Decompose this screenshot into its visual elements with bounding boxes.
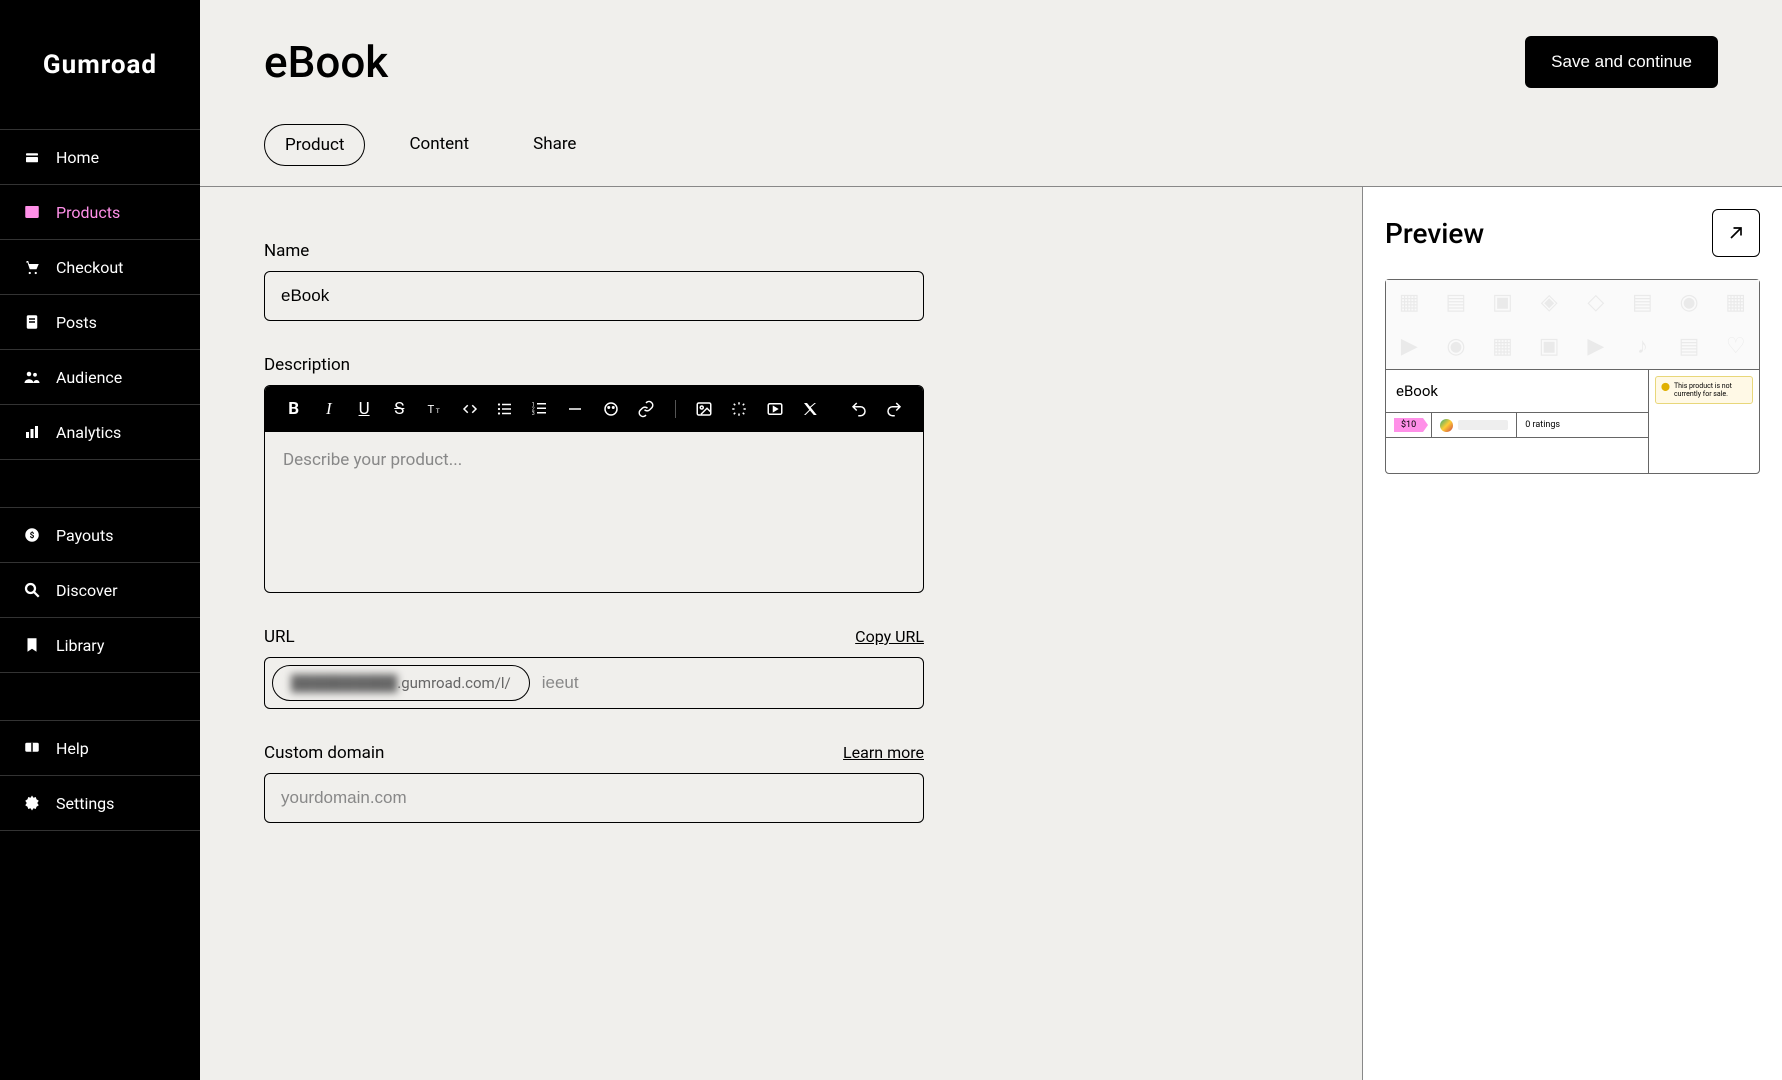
tab-product[interactable]: Product	[264, 124, 365, 166]
preview-seller-cell	[1432, 413, 1517, 437]
sidebar-item-audience[interactable]: Audience	[0, 350, 200, 405]
sidebar-item-label: Checkout	[56, 258, 123, 277]
redo-icon[interactable]	[884, 398, 905, 420]
search-icon	[22, 580, 42, 600]
logo[interactable]: Gumroad	[0, 0, 200, 130]
warning-icon: ⬤	[1661, 382, 1670, 398]
sidebar-item-label: Help	[56, 739, 89, 758]
sidebar-item-label: Products	[56, 203, 120, 222]
form-area: Name Description B I U S	[200, 187, 1362, 1080]
products-icon	[22, 202, 42, 222]
audience-icon	[22, 367, 42, 387]
payouts-icon: $	[22, 525, 42, 545]
horizontal-rule-icon[interactable]	[565, 398, 586, 420]
price-tag: $10	[1394, 418, 1423, 432]
x-twitter-icon[interactable]	[799, 398, 820, 420]
home-icon	[22, 147, 42, 167]
description-label: Description	[264, 355, 350, 375]
image-icon[interactable]	[694, 398, 715, 420]
sidebar-item-posts[interactable]: Posts	[0, 295, 200, 350]
bookmark-icon	[22, 635, 42, 655]
sidebar-item-label: Audience	[56, 368, 122, 387]
sidebar-item-label: Settings	[56, 794, 114, 813]
posts-icon	[22, 312, 42, 332]
toolbar-separator	[675, 400, 676, 418]
bold-icon[interactable]: B	[283, 398, 304, 420]
page-title: eBook	[264, 36, 388, 88]
save-and-continue-button[interactable]: Save and continue	[1525, 36, 1718, 88]
numbered-list-icon[interactable]: 123	[530, 398, 551, 420]
video-icon[interactable]	[764, 398, 785, 420]
preview-warning: ⬤ This product is not currently for sale…	[1655, 376, 1753, 404]
url-slug-input[interactable]	[542, 673, 916, 693]
logo-text: Gumroad	[43, 50, 157, 80]
description-textarea[interactable]: Describe your product...	[265, 432, 923, 592]
link-icon[interactable]	[635, 398, 656, 420]
url-label: URL	[264, 627, 295, 647]
code-icon[interactable]	[459, 398, 480, 420]
custom-domain-input[interactable]	[264, 773, 924, 823]
cart-icon	[22, 257, 42, 277]
sidebar-item-discover[interactable]: Discover	[0, 563, 200, 618]
preview-warning-text: This product is not currently for sale.	[1674, 382, 1747, 398]
tab-content[interactable]: Content	[389, 124, 489, 166]
sidebar-item-label: Library	[56, 636, 104, 655]
analytics-icon	[22, 422, 42, 442]
preview-panel: Preview ▦▤▣◈◇▤◉▦ ▶◉▦▣▶♪▤♡ eBook	[1362, 187, 1782, 1080]
url-domain-pill[interactable]: ██████████.gumroad.com/l/	[272, 665, 530, 701]
italic-icon[interactable]: I	[318, 398, 339, 420]
seller-name-placeholder	[1458, 420, 1508, 430]
gear-icon	[22, 793, 42, 813]
underline-icon[interactable]: U	[353, 398, 374, 420]
sidebar-item-library[interactable]: Library	[0, 618, 200, 673]
svg-text:$: $	[30, 530, 35, 541]
sidebar-item-home[interactable]: Home	[0, 130, 200, 185]
topbar: eBook Save and continue Product Content …	[200, 0, 1782, 187]
url-domain-hidden: ██████████	[291, 674, 397, 692]
preview-title: Preview	[1385, 217, 1484, 250]
sidebar-item-label: Discover	[56, 581, 118, 600]
name-label: Name	[264, 241, 309, 261]
svg-text:T: T	[427, 403, 434, 416]
copy-url-link[interactable]: Copy URL	[855, 627, 924, 646]
svg-text:T: T	[435, 407, 439, 415]
quote-icon[interactable]	[600, 398, 621, 420]
help-icon	[22, 738, 42, 758]
learn-more-link[interactable]: Learn more	[843, 743, 924, 762]
undo-icon[interactable]	[848, 398, 869, 420]
sidebar-item-label: Payouts	[56, 526, 113, 545]
svg-text:3: 3	[532, 411, 535, 417]
bullet-list-icon[interactable]	[494, 398, 515, 420]
tab-share[interactable]: Share	[513, 124, 596, 166]
preview-ratings-cell: 0 ratings	[1517, 413, 1648, 437]
sidebar-item-label: Home	[56, 148, 99, 167]
url-domain-suffix: .gumroad.com/l/	[397, 674, 510, 692]
custom-domain-label: Custom domain	[264, 743, 384, 763]
url-input-wrap: ██████████.gumroad.com/l/	[264, 657, 924, 709]
sidebar-item-label: Analytics	[56, 423, 121, 442]
name-input[interactable]	[264, 271, 924, 321]
seller-avatar	[1440, 419, 1453, 432]
preview-price-cell: $10	[1386, 413, 1432, 437]
sidebar-item-checkout[interactable]: Checkout	[0, 240, 200, 295]
arrow-up-right-icon	[1726, 223, 1746, 243]
editor-toolbar: B I U S TT	[265, 386, 923, 432]
strikethrough-icon[interactable]: S	[389, 398, 410, 420]
preview-cover: ▦▤▣◈◇▤◉▦ ▶◉▦▣▶♪▤♡	[1386, 280, 1759, 370]
sidebar-item-analytics[interactable]: Analytics	[0, 405, 200, 460]
sidebar-item-products[interactable]: Products	[0, 185, 200, 240]
sidebar-item-label: Posts	[56, 313, 97, 332]
sidebar: Gumroad Home Products Checkout Posts	[0, 0, 200, 1080]
open-preview-button[interactable]	[1712, 209, 1760, 257]
text-size-icon[interactable]: TT	[424, 398, 445, 420]
embed-icon[interactable]	[729, 398, 750, 420]
preview-product-name: eBook	[1386, 370, 1649, 413]
preview-card: ▦▤▣◈◇▤◉▦ ▶◉▦▣▶♪▤♡ eBook $10	[1385, 279, 1760, 474]
sidebar-item-settings[interactable]: Settings	[0, 776, 200, 831]
sidebar-item-help[interactable]: Help	[0, 721, 200, 776]
sidebar-item-payouts[interactable]: $ Payouts	[0, 508, 200, 563]
tabs: Product Content Share	[264, 124, 1718, 186]
description-editor: B I U S TT	[264, 385, 924, 593]
